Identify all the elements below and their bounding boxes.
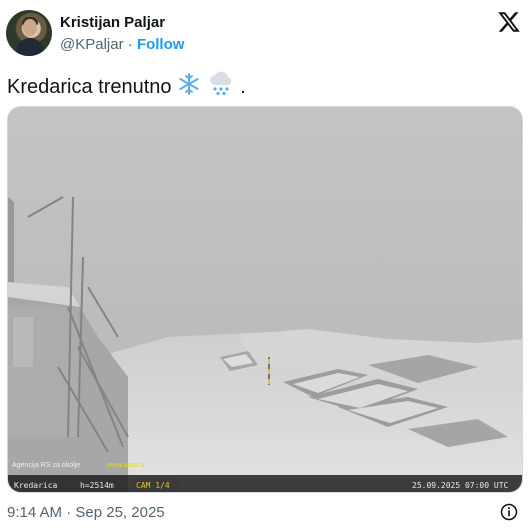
webcam-camera: CAM 1/4 — [136, 481, 170, 490]
tweet-time: 9:14 AM — [7, 504, 63, 521]
tweet-text: Kredarica trenutno . — [7, 70, 246, 100]
webcam-timestamp: 25.09.2025 07:00 UTC — [412, 481, 509, 490]
webcam-watermark-site: www.arso.si — [106, 462, 145, 469]
tweet-date: Sep 25, 2025 — [75, 504, 165, 521]
avatar[interactable] — [6, 10, 52, 56]
info-icon[interactable] — [499, 502, 519, 522]
webcam-image[interactable]: Kredarica h=2514m CAM 1/4 25.09.2025 07:… — [7, 106, 523, 493]
webcam-watermark-agency: Agencija RS za okolje — [12, 462, 80, 469]
webcam-station: Kredarica — [14, 481, 58, 490]
tweet-header: Kristijan Paljar @KPaljar · Follow — [6, 8, 525, 58]
follow-button[interactable]: Follow — [137, 36, 185, 53]
author-name[interactable]: Kristijan Paljar — [60, 14, 165, 32]
handle-separator: · — [127, 36, 133, 53]
time-separator: · — [66, 504, 72, 521]
webcam-altitude: h=2514m — [80, 481, 114, 490]
cloud-with-snow-icon — [210, 71, 231, 96]
tweet-body: Kredarica trenutno — [7, 76, 172, 98]
x-logo-icon[interactable] — [497, 10, 521, 34]
author-handle-line: @KPaljar · Follow — [60, 36, 184, 54]
snowflake-icon — [179, 73, 199, 95]
tweet-timestamp[interactable]: 9:14 AM · Sep 25, 2025 — [7, 503, 165, 523]
tweet-trailing: . — [240, 76, 246, 98]
author-handle[interactable]: @KPaljar — [60, 36, 124, 53]
